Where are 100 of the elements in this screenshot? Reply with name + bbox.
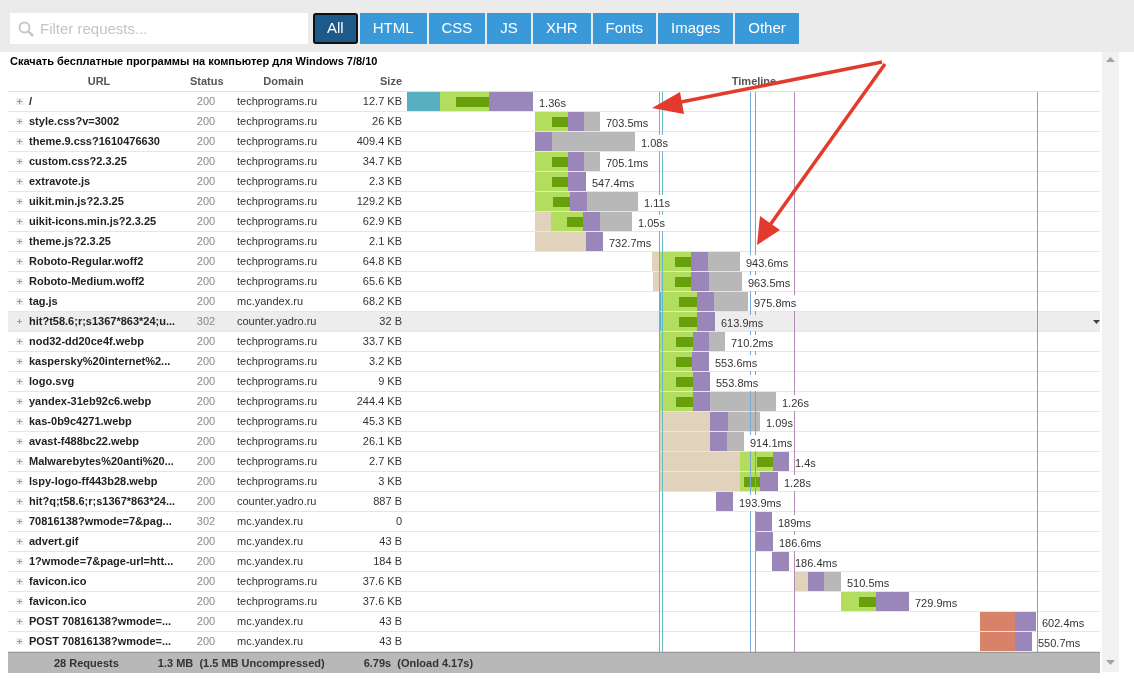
- filter-tab[interactable]: All: [313, 12, 358, 44]
- request-row[interactable]: uikit.min.js?2.3.25 200 techprograms.ru 129.2 KB 1.11s: [8, 192, 1100, 212]
- url-cell-text: Roboto-Regular.woff2: [29, 254, 144, 270]
- expand-icon[interactable]: [16, 418, 23, 425]
- scroll-down-icon[interactable]: [1106, 660, 1115, 665]
- request-row[interactable]: POST 70816138?wmode=... 200 mc.yandex.ru 43 B 602.4ms: [8, 612, 1100, 632]
- url-cell-text: uikit.min.js?2.3.25: [29, 194, 124, 210]
- expand-icon[interactable]: [16, 518, 23, 525]
- expand-icon[interactable]: [16, 298, 23, 305]
- status-cell-text: 200: [195, 294, 217, 310]
- size-cell-text: 62.9 KB: [361, 214, 403, 230]
- column-header[interactable]: Status: [190, 73, 222, 90]
- request-row[interactable]: extravote.js 200 techprograms.ru 2.3 KB 547.4ms: [8, 172, 1100, 192]
- expand-icon[interactable]: [16, 198, 23, 205]
- domain-cell-text: techprograms.ru: [236, 594, 319, 610]
- column-header[interactable]: URL: [8, 73, 190, 90]
- request-row[interactable]: kaspersky%20internet%2... 200 techprograms.ru 3.2 KB 553.6ms: [8, 352, 1100, 372]
- size-cell-text: 37.6 KB: [361, 574, 403, 590]
- request-row[interactable]: Roboto-Medium.woff2 200 techprograms.ru 65.6 KB 963.5ms: [8, 272, 1100, 292]
- request-row[interactable]: yandex-31eb92c6.webp 200 techprograms.ru 244.4 KB 1.26s: [8, 392, 1100, 412]
- duration-label: 193.9ms: [739, 494, 782, 511]
- expand-icon[interactable]: [16, 318, 23, 325]
- expand-icon[interactable]: [16, 338, 23, 345]
- expand-icon[interactable]: [16, 378, 23, 385]
- expand-icon[interactable]: [16, 278, 23, 285]
- expand-icon[interactable]: [16, 358, 23, 365]
- request-row[interactable]: POST 70816138?wmode=... 200 mc.yandex.ru 43 B 550.7ms: [8, 632, 1100, 652]
- request-row[interactable]: kas-0b9c4271.webp 200 techprograms.ru 45.3 KB 1.09s: [8, 412, 1100, 432]
- request-row[interactable]: style.css?v=3002 200 techprograms.ru 26 KB 703.5ms: [8, 112, 1100, 132]
- request-row[interactable]: 1?wmode=7&page-url=htt... 200 mc.yandex.ru 184 B 186.4ms: [8, 552, 1100, 572]
- request-row[interactable]: favicon.ico 200 techprograms.ru 37.6 KB 729.9ms: [8, 592, 1100, 612]
- duration-label: 186.6ms: [779, 534, 822, 551]
- size-cell-text: 12.7 KB: [361, 94, 403, 110]
- domain-cell-text: counter.yadro.ru: [236, 494, 318, 510]
- expand-icon[interactable]: [16, 158, 23, 165]
- duration-label: 710.2ms: [731, 334, 774, 351]
- status-cell-text: 200: [195, 354, 217, 370]
- expand-icon[interactable]: [16, 238, 23, 245]
- request-row[interactable]: Roboto-Regular.woff2 200 techprograms.ru 64.8 KB 943.6ms: [8, 252, 1100, 272]
- request-row[interactable]: nod32-dd20ce4f.webp 200 techprograms.ru 33.7 KB 710.2ms: [8, 332, 1100, 352]
- expand-icon[interactable]: [16, 218, 23, 225]
- url-cell-text: extravote.js: [29, 174, 91, 190]
- request-row[interactable]: avast-f488bc22.webp 200 techprograms.ru 26.1 KB 914.1ms: [8, 432, 1100, 452]
- url-cell-text: hit?t58.6;r;s1367*863*24;u...: [29, 314, 176, 330]
- column-header[interactable]: Domain: [222, 73, 345, 90]
- url-cell-text: Roboto-Medium.woff2: [29, 274, 145, 290]
- status-cell-text: 302: [195, 314, 217, 330]
- url-cell-text: theme.9.css?1610476630: [29, 134, 160, 150]
- request-row[interactable]: hit?q;t58.6;r;s1367*863*24... 200 counter.yadro.ru 887 B 193.9ms: [8, 492, 1100, 512]
- expand-icon[interactable]: [16, 478, 23, 485]
- request-row[interactable]: uikit-icons.min.js?2.3.25 200 techprograms.ru 62.9 KB 1.05s: [8, 212, 1100, 232]
- expand-icon[interactable]: [16, 558, 23, 565]
- status-cell-text: 200: [195, 394, 217, 410]
- expand-icon[interactable]: [16, 118, 23, 125]
- size-cell-text: 32 B: [378, 314, 403, 330]
- domain-cell-text: techprograms.ru: [236, 574, 319, 590]
- filter-field[interactable]: Filter requests...: [10, 12, 308, 44]
- request-row[interactable]: favicon.ico 200 techprograms.ru 37.6 KB 510.5ms: [8, 572, 1100, 592]
- domain-cell-text: mc.yandex.ru: [236, 514, 305, 530]
- duration-label: 975.8ms: [754, 294, 797, 311]
- request-row[interactable]: Malwarebytes%20anti%20... 200 techprograms.ru 2.7 KB 1.4s: [8, 452, 1100, 472]
- expand-icon[interactable]: [16, 458, 23, 465]
- url-cell-text: nod32-dd20ce4f.webp: [29, 334, 144, 350]
- request-row[interactable]: theme.9.css?1610476630 200 techprograms.ru 409.4 KB 1.08s: [8, 132, 1100, 152]
- request-row[interactable]: advert.gif 200 mc.yandex.ru 43 B 186.6ms: [8, 532, 1100, 552]
- duration-label: 943.6ms: [746, 254, 789, 271]
- expand-icon[interactable]: [16, 138, 23, 145]
- size-cell-text: 33.7 KB: [361, 334, 403, 350]
- status-cell-text: 200: [195, 374, 217, 390]
- expand-icon[interactable]: [16, 538, 23, 545]
- scroll-up-icon[interactable]: [1106, 57, 1115, 62]
- domain-cell-text: counter.yadro.ru: [236, 314, 318, 330]
- size-cell-text: 3.2 KB: [367, 354, 403, 370]
- expand-icon[interactable]: [16, 438, 23, 445]
- request-row[interactable]: lspy-logo-ff443b28.webp 200 techprograms.ru 3 KB 1.28s: [8, 472, 1100, 492]
- column-header[interactable]: Size: [345, 73, 408, 90]
- domain-cell-text: techprograms.ru: [236, 434, 319, 450]
- expand-icon[interactable]: [16, 598, 23, 605]
- request-count: 28 Requests: [54, 655, 119, 671]
- status-cell-text: 200: [195, 134, 217, 150]
- expand-icon[interactable]: [16, 98, 23, 105]
- expand-icon[interactable]: [16, 618, 23, 625]
- request-row[interactable]: custom.css?2.3.25 200 techprograms.ru 34.7 KB 705.1ms: [8, 152, 1100, 172]
- request-row[interactable]: logo.svg 200 techprograms.ru 9 KB 553.8ms: [8, 372, 1100, 392]
- domain-cell-text: techprograms.ru: [236, 134, 319, 150]
- request-row[interactable]: / 200 techprograms.ru 12.7 KB 1.36s: [8, 92, 1100, 112]
- request-row[interactable]: theme.js?2.3.25 200 techprograms.ru 2.1 KB 732.7ms: [8, 232, 1100, 252]
- url-cell-text: POST 70816138?wmode=...: [29, 634, 172, 650]
- expand-icon[interactable]: [16, 178, 23, 185]
- status-cell-text: 200: [195, 414, 217, 430]
- expand-icon[interactable]: [16, 498, 23, 505]
- request-row[interactable]: 70816138?wmode=7&pag... 302 mc.yandex.ru 0 189ms: [8, 512, 1100, 532]
- expand-icon[interactable]: [16, 578, 23, 585]
- size-cell-text: 43 B: [378, 634, 403, 650]
- expand-icon[interactable]: [16, 258, 23, 265]
- url-cell-text: lspy-logo-ff443b28.webp: [29, 474, 158, 490]
- expand-icon[interactable]: [16, 398, 23, 405]
- dropdown-caret-icon[interactable]: [1093, 320, 1100, 324]
- domain-cell-text: techprograms.ru: [236, 334, 319, 350]
- expand-icon[interactable]: [16, 638, 23, 645]
